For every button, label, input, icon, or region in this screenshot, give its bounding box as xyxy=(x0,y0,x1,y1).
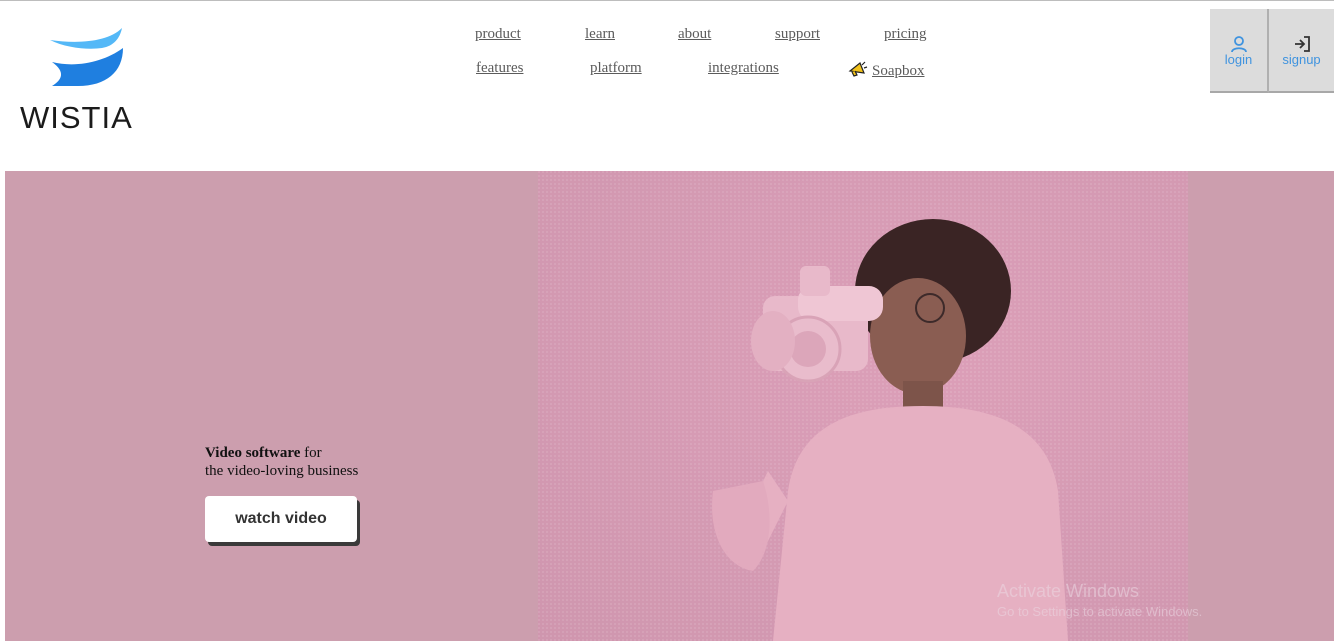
hero-tagline: Video software for the video-loving busi… xyxy=(205,444,358,480)
megaphone-icon xyxy=(848,61,868,77)
nav-link-support[interactable]: support xyxy=(775,26,820,43)
user-icon xyxy=(1230,35,1248,53)
sign-in-icon xyxy=(1293,35,1311,53)
hero-section: Video software for the video-loving busi… xyxy=(5,171,1334,641)
login-label: login xyxy=(1224,52,1253,67)
watermark-subtitle: Go to Settings to activate Windows. xyxy=(997,604,1203,619)
watermark-title: Activate Windows xyxy=(997,581,1140,601)
tagline-line2: the video-loving business xyxy=(205,463,359,479)
nav-link-integrations[interactable]: integrations xyxy=(708,60,779,77)
nav-link-soapbox[interactable]: Soapbox xyxy=(848,61,925,80)
nav-link-learn[interactable]: learn xyxy=(585,26,615,43)
brand-name: WISTIA xyxy=(20,100,133,135)
windows-activation-watermark: Activate Windows Go to Settings to activ… xyxy=(997,581,1202,619)
soapbox-label: Soapbox xyxy=(872,63,925,79)
woman-with-camera-illustration xyxy=(712,219,1068,641)
watch-video-button[interactable]: watch video xyxy=(205,496,357,542)
nav-link-features[interactable]: features xyxy=(476,60,523,77)
nav-link-about[interactable]: about xyxy=(678,26,711,43)
top-border xyxy=(0,0,1334,1)
login-button[interactable]: login xyxy=(1210,9,1269,93)
nav-link-pricing[interactable]: pricing xyxy=(884,26,927,43)
tagline-rest: for xyxy=(300,445,322,461)
wistia-logo[interactable]: WISTIA xyxy=(20,28,155,138)
wistia-logo-mark xyxy=(50,28,123,86)
nav-link-platform[interactable]: platform xyxy=(590,60,642,77)
tagline-bold: Video software xyxy=(205,445,301,461)
signup-button[interactable]: signup xyxy=(1269,9,1334,93)
signup-label: signup xyxy=(1282,52,1321,67)
hero-video-image[interactable] xyxy=(538,171,1188,641)
nav-link-product[interactable]: product xyxy=(475,26,521,43)
